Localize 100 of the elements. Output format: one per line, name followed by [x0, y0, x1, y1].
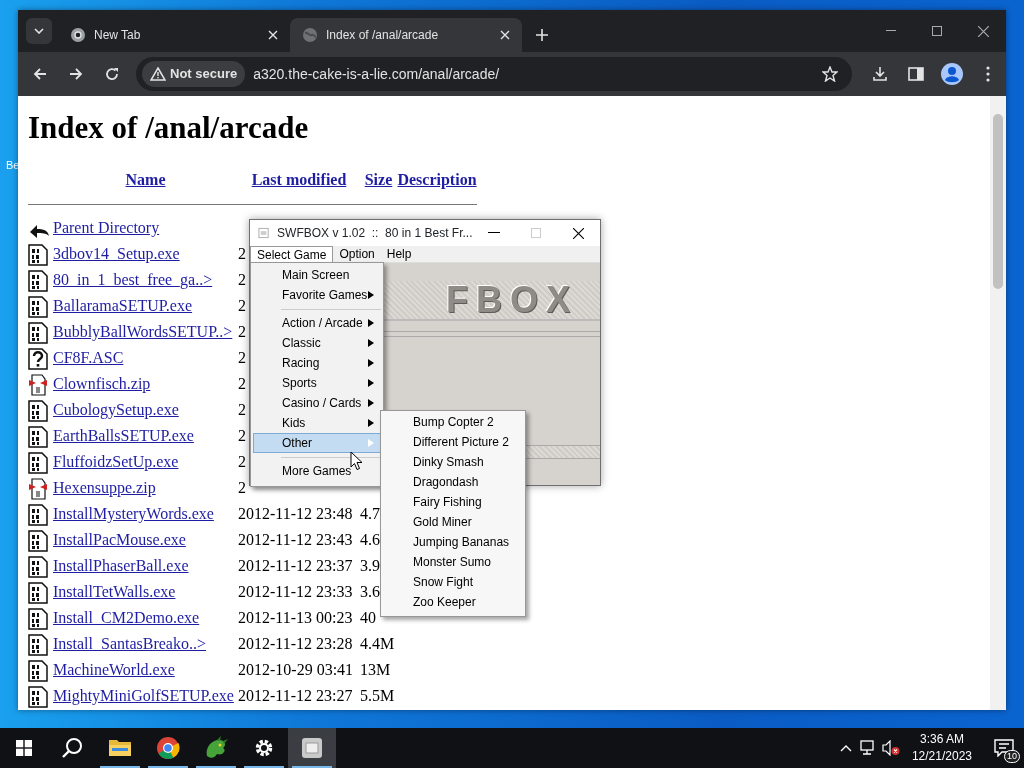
menu-bar-item[interactable]: Help — [380, 246, 418, 262]
maximize-icon — [932, 26, 942, 36]
file-link[interactable]: CubologySetup.exe — [53, 401, 179, 419]
file-link[interactable]: MachineWorld.exe — [53, 661, 175, 679]
notification-count: 10 — [1004, 750, 1020, 763]
chrome-logo-icon — [156, 736, 180, 760]
file-link[interactable]: CF8F.ASC — [53, 349, 124, 367]
address-bar[interactable]: Not secure a320.the-cake-is-a-lie.com/anal/arcade/ — [136, 57, 852, 91]
page-heading: Index of /anal/arcade — [28, 109, 310, 147]
globe-icon — [302, 27, 318, 43]
menu-bar-item[interactable]: Select Game — [250, 246, 334, 262]
file-size: 4.4M — [360, 635, 395, 653]
url-text: a320.the-cake-is-a-lie.com/anal/arcade/ — [253, 64, 501, 84]
file-link[interactable]: Install_SantasBreako..> — [53, 635, 206, 653]
modified-date: 2 — [238, 453, 246, 471]
close-icon[interactable] — [500, 30, 510, 40]
file-link[interactable]: EarthBallsSETUP.exe — [53, 427, 194, 445]
modified-date: 2 — [238, 245, 246, 263]
more-icon — [986, 66, 990, 82]
binary-file-icon — [28, 660, 48, 683]
binary-file-icon — [28, 582, 48, 605]
menu-item[interactable]: Different Picture 2 — [383, 432, 523, 452]
unknown-file-icon — [28, 348, 48, 371]
menu-item[interactable]: More Games — [253, 461, 381, 481]
menu-item[interactable]: Favorite Games — [253, 285, 381, 305]
menu-item[interactable]: Kids — [253, 413, 381, 433]
network-icon[interactable] — [857, 740, 876, 756]
menu-item[interactable]: Racing — [253, 353, 381, 373]
browser-tab[interactable]: Index of /anal/arcade — [290, 18, 522, 52]
menu-item[interactable]: Dinky Smash — [383, 452, 523, 472]
close-icon[interactable] — [268, 30, 278, 40]
menu-item[interactable]: Gold Miner — [383, 512, 523, 532]
binary-file-icon — [28, 452, 48, 475]
column-header-link[interactable]: Description — [397, 171, 477, 189]
binary-file-icon — [28, 556, 48, 579]
submenu-arrow-icon — [368, 379, 374, 387]
binary-file-icon — [28, 504, 48, 527]
browser-tab[interactable]: New Tab — [58, 18, 290, 52]
close-icon — [977, 25, 989, 37]
menu-bar-item[interactable]: Option — [333, 246, 381, 262]
file-link[interactable]: BallaramaSETUP.exe — [53, 297, 193, 315]
menu-item[interactable]: Zoo Keeper — [383, 592, 523, 612]
menu-item[interactable]: Dragondash — [383, 472, 523, 492]
file-link[interactable]: InstallPhaserBall.exe — [53, 557, 189, 575]
column-header-link[interactable]: Last modified — [251, 171, 347, 189]
minimize-icon — [886, 30, 896, 32]
tab-search-button[interactable] — [26, 18, 52, 44]
notifications-button[interactable]: 10 — [984, 728, 1024, 768]
file-link[interactable]: InstallTetWalls.exe — [53, 583, 176, 601]
menu-item[interactable]: Casino / Cards — [253, 393, 381, 413]
file-link[interactable]: MightyMiniGolfSETUP.exe — [53, 687, 234, 705]
binary-file-icon — [28, 270, 48, 293]
file-link[interactable]: 3dbov14_Setup.exe — [53, 245, 180, 263]
menu-item[interactable]: Bump Copter 2 — [383, 412, 523, 432]
column-header-link[interactable]: Name — [125, 171, 166, 189]
windows-logo-icon — [16, 740, 32, 756]
muted-speaker-icon[interactable] — [881, 740, 900, 756]
app-icon — [258, 227, 270, 239]
modified-date: 2012-11-12 23:48 — [238, 505, 353, 523]
submenu-arrow-icon — [368, 419, 374, 427]
menu-item[interactable]: Main Screen — [253, 265, 381, 285]
menu-item[interactable]: Classic — [253, 333, 381, 353]
scrollbar[interactable] — [990, 96, 1006, 710]
file-link[interactable]: Hexensuppe.zip — [53, 479, 156, 497]
modified-date: 2012-11-12 23:43 — [238, 531, 353, 549]
folder-icon — [108, 738, 132, 758]
menu-item[interactable]: Monster Sumo — [383, 552, 523, 572]
modified-date: 2012-10-29 03:41 — [238, 661, 354, 679]
file-link[interactable]: InstallPacMouse.exe — [53, 531, 186, 549]
menu-item[interactable]: Snow Fight — [383, 572, 523, 592]
taskbar-app-icon[interactable] — [288, 728, 336, 768]
binary-file-icon — [28, 634, 48, 657]
file-size: 5.5M — [360, 687, 395, 705]
submenu-arrow-icon — [368, 399, 374, 407]
file-link[interactable]: FluffoidzSetUp.exe — [53, 453, 179, 471]
modified-date: 2 — [238, 401, 246, 419]
submenu-arrow-icon — [368, 339, 374, 347]
profile-icon — [941, 63, 963, 85]
file-link[interactable]: Install_CM2Demo.exe — [53, 609, 200, 627]
menu-item[interactable]: Action / Arcade — [253, 313, 381, 333]
star-icon[interactable] — [822, 66, 838, 82]
file-link[interactable]: Clownfisch.zip — [53, 375, 151, 393]
file-link[interactable]: 80_in_1_best_free_ga..> — [53, 271, 213, 289]
file-link[interactable]: BubblyBallWordsSETUP..> — [53, 323, 233, 341]
file-link[interactable]: Parent Directory — [53, 219, 160, 237]
file-link[interactable]: InstallMysteryWords.exe — [53, 505, 214, 523]
reload-icon — [105, 67, 119, 81]
binary-file-icon — [28, 400, 48, 423]
mouse-cursor-icon — [350, 451, 363, 471]
menu-item[interactable]: Other — [253, 433, 381, 453]
menu-item[interactable]: Fairy Fishing — [383, 492, 523, 512]
caret-icon — [34, 28, 44, 34]
chevron-up-icon[interactable] — [839, 744, 852, 752]
menu-item[interactable]: Jumping Bananas — [383, 532, 523, 552]
security-chip[interactable]: Not secure — [142, 61, 246, 87]
column-header-link[interactable]: Size — [364, 171, 393, 189]
clock[interactable]: 3:36 AM 12/21/2023 — [905, 731, 978, 765]
binary-file-icon — [28, 426, 48, 449]
menu-item[interactable]: Sports — [253, 373, 381, 393]
modified-date: 2 — [238, 297, 246, 315]
